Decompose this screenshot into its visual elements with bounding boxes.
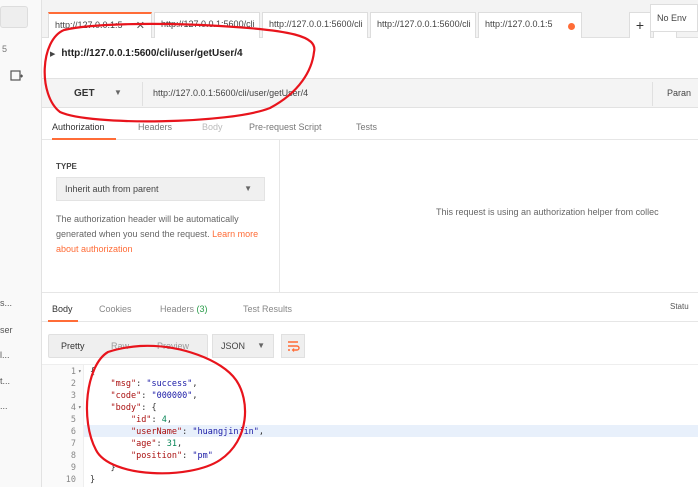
status-label: Statu — [670, 302, 689, 311]
auth-helper-text: This request is using an authorization h… — [436, 207, 659, 217]
chevron-down-icon: ▼ — [244, 184, 252, 193]
raw-button[interactable]: Raw — [111, 341, 129, 351]
sidebar-item[interactable]: l... — [0, 350, 10, 360]
code-line: "age": 31, — [130, 439, 183, 449]
tab-label: http://127.0.0.1:5600/cli — [377, 19, 471, 29]
sidebar-item[interactable]: s... — [0, 298, 12, 308]
line-number: 7 — [70, 439, 76, 449]
line-number: 4 — [70, 403, 76, 413]
chevron-down-icon: ▼ — [114, 88, 122, 97]
code-line: "id": 4, — [130, 415, 172, 425]
divider — [42, 292, 698, 293]
response-format-select[interactable]: JSON ▼ — [212, 334, 274, 358]
expand-caret-icon[interactable]: ▶ — [50, 51, 55, 58]
sidebar-item[interactable]: ser — [0, 325, 13, 335]
tab-authorization[interactable]: Authorization — [52, 122, 105, 132]
tab-cookies[interactable]: Cookies — [99, 304, 132, 314]
tab-label: http://127.0.0.1:5600/cli — [161, 19, 255, 29]
code-line: "userName": "huangjinjin", — [130, 427, 265, 437]
postman-window: 5 s... ser l... t... ... http://127.0.0.… — [0, 0, 698, 487]
type-label: TYPE — [56, 162, 77, 171]
code-line: "code": "000000", — [110, 391, 198, 401]
tab-label: http://127.0.0.1:5 — [55, 20, 123, 30]
code-line: } — [90, 475, 96, 485]
wrap-lines-button[interactable] — [281, 334, 305, 358]
wrap-lines-icon — [288, 341, 300, 352]
pretty-button[interactable]: Pretty — [61, 341, 85, 351]
request-tab-active[interactable]: http://127.0.0.1:5 ✕ — [48, 12, 152, 38]
request-tab[interactable]: http://127.0.0.1:5600/cli — [370, 12, 476, 38]
response-tabs: Body Cookies Headers (3) Test Results — [42, 298, 698, 322]
headers-count-badge: (3) — [196, 304, 208, 314]
request-tab[interactable]: http://127.0.0.1:5 — [478, 12, 582, 38]
tab-body[interactable]: Body — [202, 122, 223, 132]
preview-button[interactable]: Preview — [157, 341, 189, 351]
new-tab-button[interactable]: + — [629, 12, 651, 38]
sidebar-top-button[interactable] — [0, 6, 28, 28]
line-number: 3 — [70, 391, 76, 401]
line-number: 10 — [65, 475, 76, 485]
response-toolbar: Pretty Raw Preview JSON ▼ — [42, 330, 698, 362]
url-input[interactable]: http://127.0.0.1:5600/cli/user/getUser/4 — [142, 82, 647, 106]
fold-icon[interactable]: ▾ — [78, 368, 82, 375]
close-icon[interactable]: ✕ — [136, 19, 145, 32]
request-tab[interactable]: http://127.0.0.1:5600/cli — [262, 12, 368, 38]
tab-tests[interactable]: Tests — [356, 122, 377, 132]
active-tab-indicator — [48, 320, 78, 322]
method-selector[interactable]: GET ▼ — [50, 82, 134, 106]
format-toggle-group: Pretty Raw Preview — [48, 334, 208, 358]
line-number: 9 — [70, 463, 76, 473]
line-number: 5 — [70, 415, 76, 425]
code-line: "position": "pm" — [130, 451, 213, 461]
request-tab[interactable]: http://127.0.0.1:5600/cli — [154, 12, 260, 38]
code-line: } — [110, 463, 116, 473]
chevron-down-icon: ▼ — [257, 341, 265, 350]
sidebar-item[interactable]: ... — [0, 401, 8, 411]
request-name[interactable]: ▶ http://127.0.0.1:5600/cli/user/getUser/… — [50, 48, 243, 59]
sidebar-item[interactable]: t... — [0, 376, 10, 386]
line-number: 2 — [70, 379, 76, 389]
tab-label: http://127.0.0.1:5600/cli — [269, 19, 363, 29]
params-button[interactable]: Paran — [652, 82, 698, 106]
line-number: 6 — [70, 427, 76, 437]
auth-description: The authorization header will be automat… — [56, 214, 259, 254]
fold-icon[interactable]: ▾ — [78, 404, 82, 411]
code-line: { — [90, 367, 96, 377]
code-line: "body": { — [110, 403, 157, 413]
line-number: 1 — [70, 367, 76, 377]
request-tab-bar: http://127.0.0.1:5 ✕ http://127.0.0.1:56… — [42, 0, 698, 38]
sidebar-count: 5 — [2, 44, 8, 54]
line-number: 8 — [70, 451, 76, 461]
url-bar: GET ▼ http://127.0.0.1:5600/cli/user/get… — [42, 78, 698, 108]
auth-type-panel: TYPE Inherit auth from parent ▼ The auth… — [42, 140, 280, 292]
tab-test-results[interactable]: Test Results — [243, 304, 292, 314]
tab-headers[interactable]: Headers — [138, 122, 172, 132]
environment-selector[interactable]: No Env — [650, 4, 698, 32]
tab-pre-request-script[interactable]: Pre-request Script — [249, 122, 322, 132]
sidebar: 5 s... ser l... t... ... — [0, 0, 42, 487]
auth-type-select[interactable]: Inherit auth from parent ▼ — [56, 177, 265, 201]
tab-response-body[interactable]: Body — [52, 304, 73, 314]
tab-label: http://127.0.0.1:5 — [485, 19, 553, 29]
unsaved-dot-icon — [568, 23, 575, 30]
code-line: "msg": "success", — [110, 379, 198, 389]
request-config-tabs: Authorization Headers Body Pre-request S… — [42, 118, 698, 140]
response-body-code[interactable]: 1 ▾ 2 3 4 ▾ 5 6 7 8 9 10 { "msg": "success… — [42, 364, 698, 487]
tab-response-headers[interactable]: Headers (3) — [160, 304, 208, 314]
import-icon[interactable] — [10, 70, 24, 82]
